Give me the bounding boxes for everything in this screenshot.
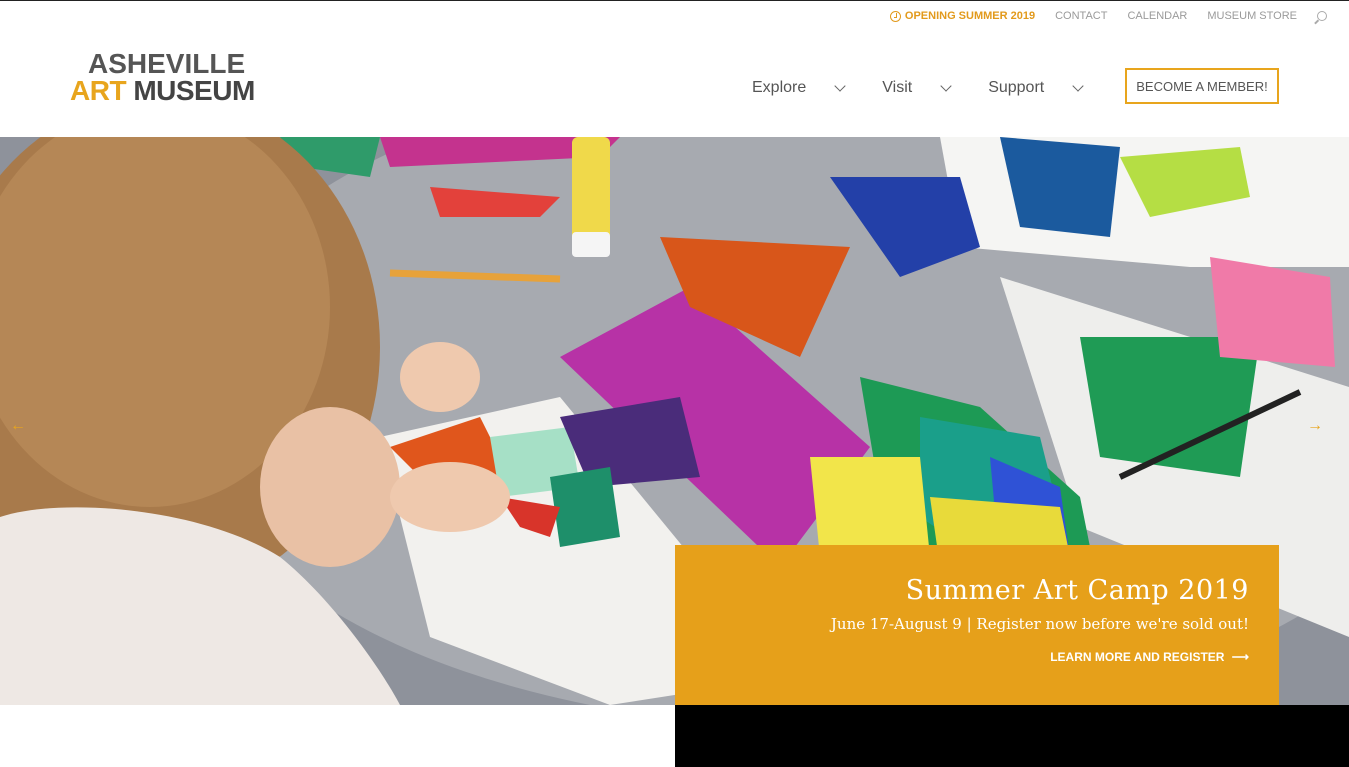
museum-store-link[interactable]: MUSEUM STORE [1207,10,1297,22]
next-slide-arrow-icon[interactable]: → [1307,417,1337,434]
learn-more-link[interactable]: LEARN MORE AND REGISTER ⟶ [675,650,1249,664]
nav-label-support: Support [988,79,1045,96]
content-block [675,705,1349,767]
learn-more-label: LEARN MORE AND REGISTER [1050,650,1225,664]
logo-museum: MUSEUM [133,75,255,106]
nav-label-explore: Explore [752,79,807,96]
hero-title: Summer Art Camp 2019 [905,575,1249,606]
nav-item-visit[interactable]: Visit [882,79,952,97]
chevron-down-icon [1072,79,1084,92]
search-icon[interactable] [1317,11,1327,21]
logo-line-asheville: ASHEVILLE [88,48,246,79]
utility-nav: OPENING SUMMER 2019 CONTACT CALENDAR MUS… [889,10,1327,22]
opening-label: OPENING SUMMER 2019 [904,10,1036,22]
chevron-down-icon [940,79,952,92]
hero-caption: Summer Art Camp 2019 June 17-August 9 | … [675,545,1279,705]
clock-icon [889,10,901,22]
site-logo[interactable]: ASHEVILLE ART MUSEUM [70,48,270,106]
arrow-right-icon: ⟶ [1231,650,1249,664]
hero-subtitle: June 17-August 9 | Register now before w… [830,615,1249,633]
logo-line-art-museum: ART MUSEUM [70,75,270,106]
prev-slide-arrow-icon[interactable]: ← [10,417,40,434]
calendar-link[interactable]: CALENDAR [1127,10,1187,22]
nav-item-support[interactable]: Support [988,79,1084,97]
opening-link[interactable]: OPENING SUMMER 2019 [889,10,1036,22]
chevron-down-icon [834,79,846,92]
nav-item-explore[interactable]: Explore [752,79,846,97]
contact-link[interactable]: CONTACT [1055,10,1107,22]
become-member-button[interactable]: BECOME A MEMBER! [1125,68,1279,104]
main-nav: Explore Visit Support [752,79,1120,97]
logo-art: ART [70,75,127,106]
utility-bar: OPENING SUMMER 2019 CONTACT CALENDAR MUS… [0,0,1349,34]
nav-label-visit: Visit [882,79,913,96]
